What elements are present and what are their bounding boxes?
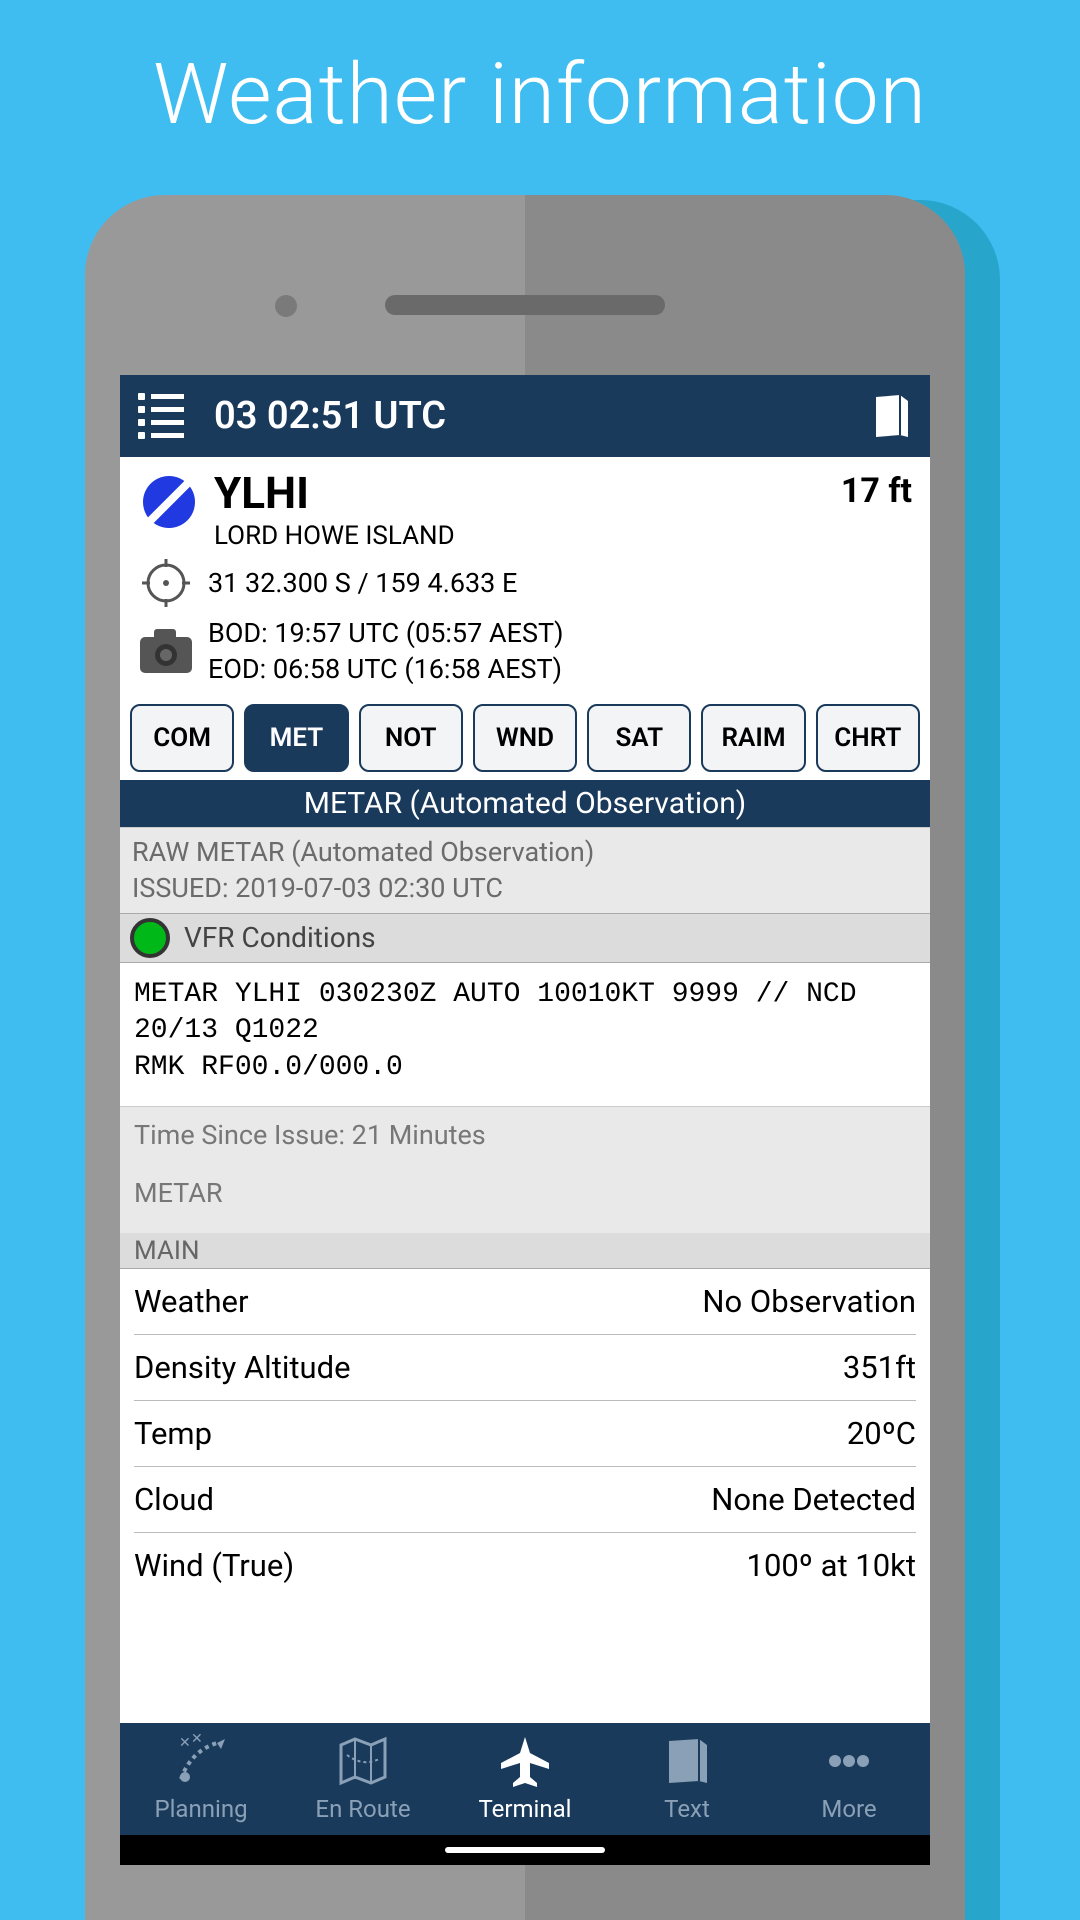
- airport-header: YLHI LORD HOWE ISLAND 17 ft 31 3: [120, 457, 930, 698]
- row-value: 20ºC: [847, 1415, 916, 1452]
- row-label: Density Altitude: [134, 1349, 351, 1386]
- row-value: 100º at 10kt: [747, 1547, 916, 1584]
- app-header: 03 02:51 UTC: [120, 375, 930, 457]
- time-since-block: Time Since Issue: 21 Minutes METAR: [120, 1106, 930, 1234]
- metar-section-title: METAR (Automated Observation): [120, 780, 930, 827]
- svg-text:✕: ✕: [191, 1733, 203, 1747]
- row-label: Weather: [134, 1283, 249, 1320]
- phone-camera-dot: [275, 295, 297, 317]
- row-label: Wind (True): [134, 1547, 294, 1584]
- airport-bod: BOD: 19:57 UTC (05:57 AEST): [208, 615, 563, 651]
- header-time: 03 02:51 UTC: [214, 394, 446, 438]
- row-value: No Observation: [702, 1283, 916, 1320]
- vfr-status-text: VFR Conditions: [184, 921, 376, 954]
- table-row: Wind (True) 100º at 10kt: [134, 1533, 916, 1598]
- status-dot-icon: [130, 918, 170, 958]
- info-tabs: COM MET NOT WND SAT RAIM CHRT: [120, 698, 930, 780]
- raw-metar-header: RAW METAR (Automated Observation) ISSUED…: [120, 827, 930, 914]
- phone-speaker: [385, 295, 665, 315]
- main-section-label: MAIN: [120, 1234, 930, 1269]
- tab-wnd[interactable]: WND: [473, 704, 577, 772]
- tab-chrt[interactable]: CHRT: [816, 704, 920, 772]
- tab-not[interactable]: NOT: [359, 704, 463, 772]
- airport-status-icon: [138, 471, 200, 533]
- vfr-status-row: VFR Conditions: [120, 914, 930, 963]
- table-row: Density Altitude 351ft: [134, 1335, 916, 1401]
- airport-eod: EOD: 06:58 UTC (16:58 AEST): [208, 651, 563, 687]
- nav-label: En Route: [315, 1795, 410, 1823]
- android-nav-bar: [120, 1835, 930, 1865]
- metar-sublabel: METAR: [134, 1177, 916, 1209]
- nav-label: More: [821, 1795, 876, 1823]
- bottom-nav: ✕ ✕ Planning En Route: [120, 1723, 930, 1865]
- phone-frame: 03 02:51 UTC YLHI LORD HOWE ISLAN: [85, 195, 965, 1920]
- nav-label: Terminal: [478, 1795, 571, 1823]
- row-label: Temp: [134, 1415, 212, 1452]
- time-since-text: Time Since Issue: 21 Minutes: [134, 1119, 916, 1151]
- metar-data-table: Weather No Observation Density Altitude …: [120, 1269, 930, 1598]
- nav-label: Text: [664, 1795, 710, 1823]
- app-screen: 03 02:51 UTC YLHI LORD HOWE ISLAN: [120, 375, 930, 1865]
- camera-icon[interactable]: [138, 625, 194, 677]
- raw-metar-label: RAW METAR (Automated Observation): [132, 834, 918, 870]
- metar-raw-text: METAR YLHI 030230Z AUTO 10010KT 9999 // …: [120, 963, 930, 1106]
- home-indicator[interactable]: [445, 1847, 605, 1853]
- airport-coords: 31 32.300 S / 159 4.633 E: [208, 567, 517, 599]
- svg-text:✕: ✕: [179, 1735, 191, 1751]
- book-icon[interactable]: [872, 393, 912, 439]
- table-row: Temp 20ºC: [134, 1401, 916, 1467]
- airport-name: LORD HOWE ISLAND: [214, 521, 787, 551]
- crosshair-icon: [138, 557, 194, 609]
- airport-code: YLHI: [214, 471, 787, 515]
- tab-com[interactable]: COM: [130, 704, 234, 772]
- nav-label: Planning: [154, 1795, 247, 1823]
- promo-title: Weather information: [0, 0, 1080, 174]
- airport-elevation: 17 ft: [841, 471, 912, 511]
- tab-met[interactable]: MET: [244, 704, 348, 772]
- more-dots-icon: [821, 1733, 877, 1789]
- menu-list-icon[interactable]: [138, 393, 184, 439]
- table-row: Cloud None Detected: [134, 1467, 916, 1533]
- row-label: Cloud: [134, 1481, 214, 1518]
- planning-icon: ✕ ✕: [173, 1733, 229, 1789]
- row-value: None Detected: [711, 1481, 916, 1518]
- map-icon: [335, 1733, 391, 1789]
- table-row: Weather No Observation: [134, 1269, 916, 1335]
- tab-sat[interactable]: SAT: [587, 704, 691, 772]
- airplane-icon: [497, 1733, 553, 1789]
- text-book-icon: [659, 1733, 715, 1789]
- raw-metar-issued: ISSUED: 2019-07-03 02:30 UTC: [132, 870, 918, 906]
- tab-raim[interactable]: RAIM: [701, 704, 805, 772]
- row-value: 351ft: [843, 1349, 916, 1386]
